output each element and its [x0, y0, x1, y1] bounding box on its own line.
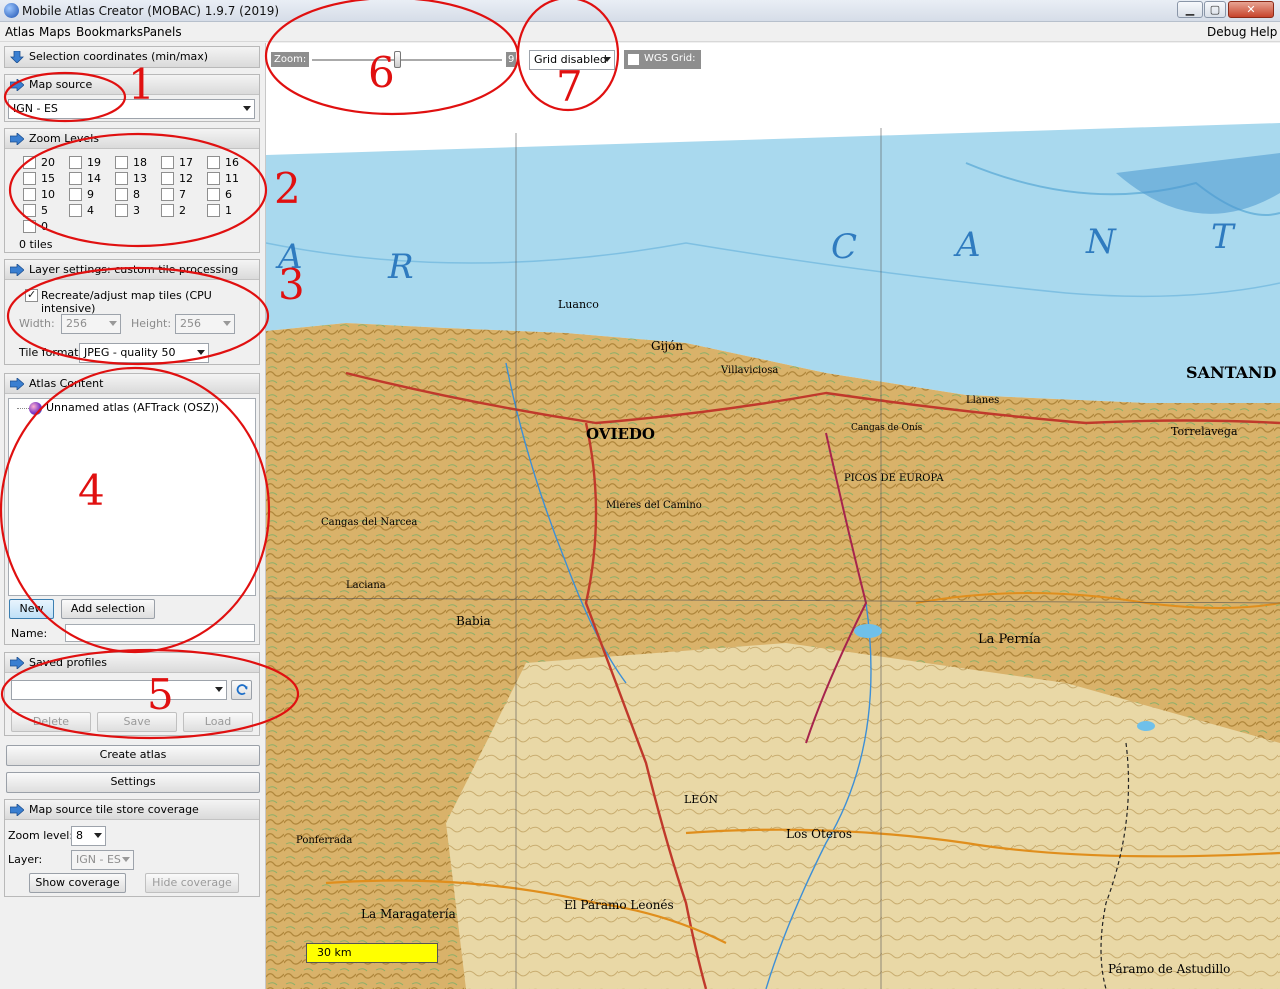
- annotation-number-6: 6: [368, 48, 395, 97]
- annotation-ellipse-1: [3, 71, 127, 123]
- annotation-ellipse-2: [8, 132, 268, 248]
- annotation-number-2: 2: [274, 164, 301, 213]
- annotation-ellipse-3: [6, 266, 270, 366]
- annotation-overlay: [0, 0, 620, 740]
- annotation-ellipse-4: [0, 366, 271, 654]
- annotation-number-7: 7: [556, 62, 583, 111]
- annotation-number-3: 3: [278, 260, 305, 309]
- annotation-number-5: 5: [147, 670, 174, 719]
- annotation-number-4: 4: [78, 466, 105, 515]
- annotation-number-1: 1: [128, 60, 155, 109]
